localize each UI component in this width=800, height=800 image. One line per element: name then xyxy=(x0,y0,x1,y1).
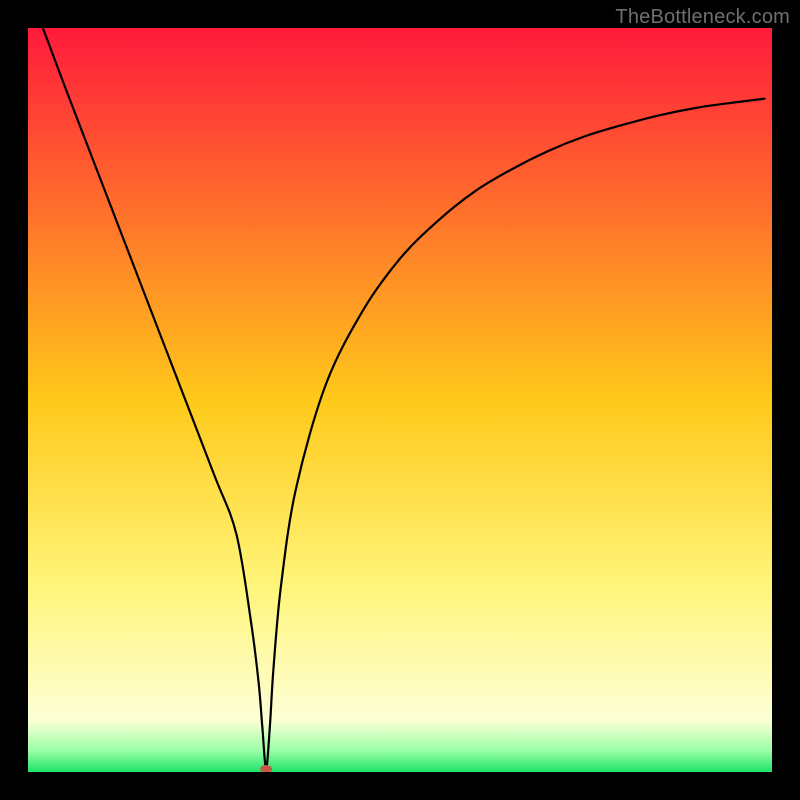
watermark-text: TheBottleneck.com xyxy=(615,6,790,29)
chart-frame: TheBottleneck.com xyxy=(0,0,800,800)
plot-svg xyxy=(28,28,772,772)
plot-background xyxy=(28,28,772,772)
